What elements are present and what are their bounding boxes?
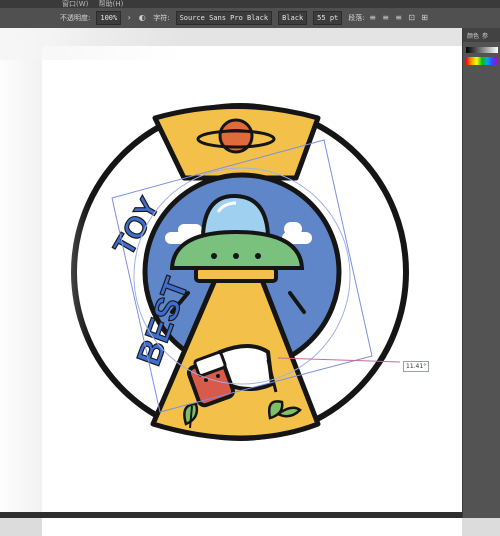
rotation-angle-readout: 11.41° [403, 361, 430, 372]
menu-window[interactable]: 窗口(W) [62, 0, 88, 8]
control-bar: 不透明度: 100% › ◐ 字符: Source Sans Pro Black… [0, 8, 500, 28]
guide-tab-label[interactable]: 参 [482, 31, 488, 40]
color-panel-tab[interactable]: 颜色 参 [463, 28, 500, 42]
color-spectrum[interactable] [463, 42, 500, 68]
status-bar [0, 512, 462, 518]
recolor-icon[interactable]: ◐ [137, 13, 147, 23]
font-size-input[interactable]: 55 pt [313, 11, 343, 25]
font-family-select[interactable]: Source Sans Pro Black [175, 11, 273, 25]
transform-icon[interactable]: ⊡ [407, 13, 417, 23]
menubar: 窗口(W) 帮助(H) [0, 0, 500, 8]
grayscale-bar[interactable] [466, 47, 498, 53]
right-panel: 颜色 参 [462, 28, 500, 518]
color-tab-label[interactable]: 颜色 [467, 31, 479, 40]
menu-help[interactable]: 帮助(H) [99, 0, 124, 8]
paragraph-label: 段落: [348, 14, 365, 22]
opacity-label: 不透明度: [60, 14, 91, 22]
align-left-icon[interactable]: ≡ [368, 13, 378, 23]
align-right-icon[interactable]: ≡ [394, 13, 404, 23]
opacity-input[interactable]: 100% [96, 11, 122, 25]
spectrum-bar[interactable] [466, 57, 498, 65]
align-panel-icon[interactable]: ⊞ [420, 13, 430, 23]
font-style-select[interactable]: Black [278, 11, 308, 25]
character-label: 字符: [153, 14, 170, 22]
align-center-icon[interactable]: ≡ [381, 13, 391, 23]
badge-artwork[interactable]: BEST TOY [0, 0, 500, 518]
chevron-down-icon[interactable]: › [124, 13, 134, 23]
